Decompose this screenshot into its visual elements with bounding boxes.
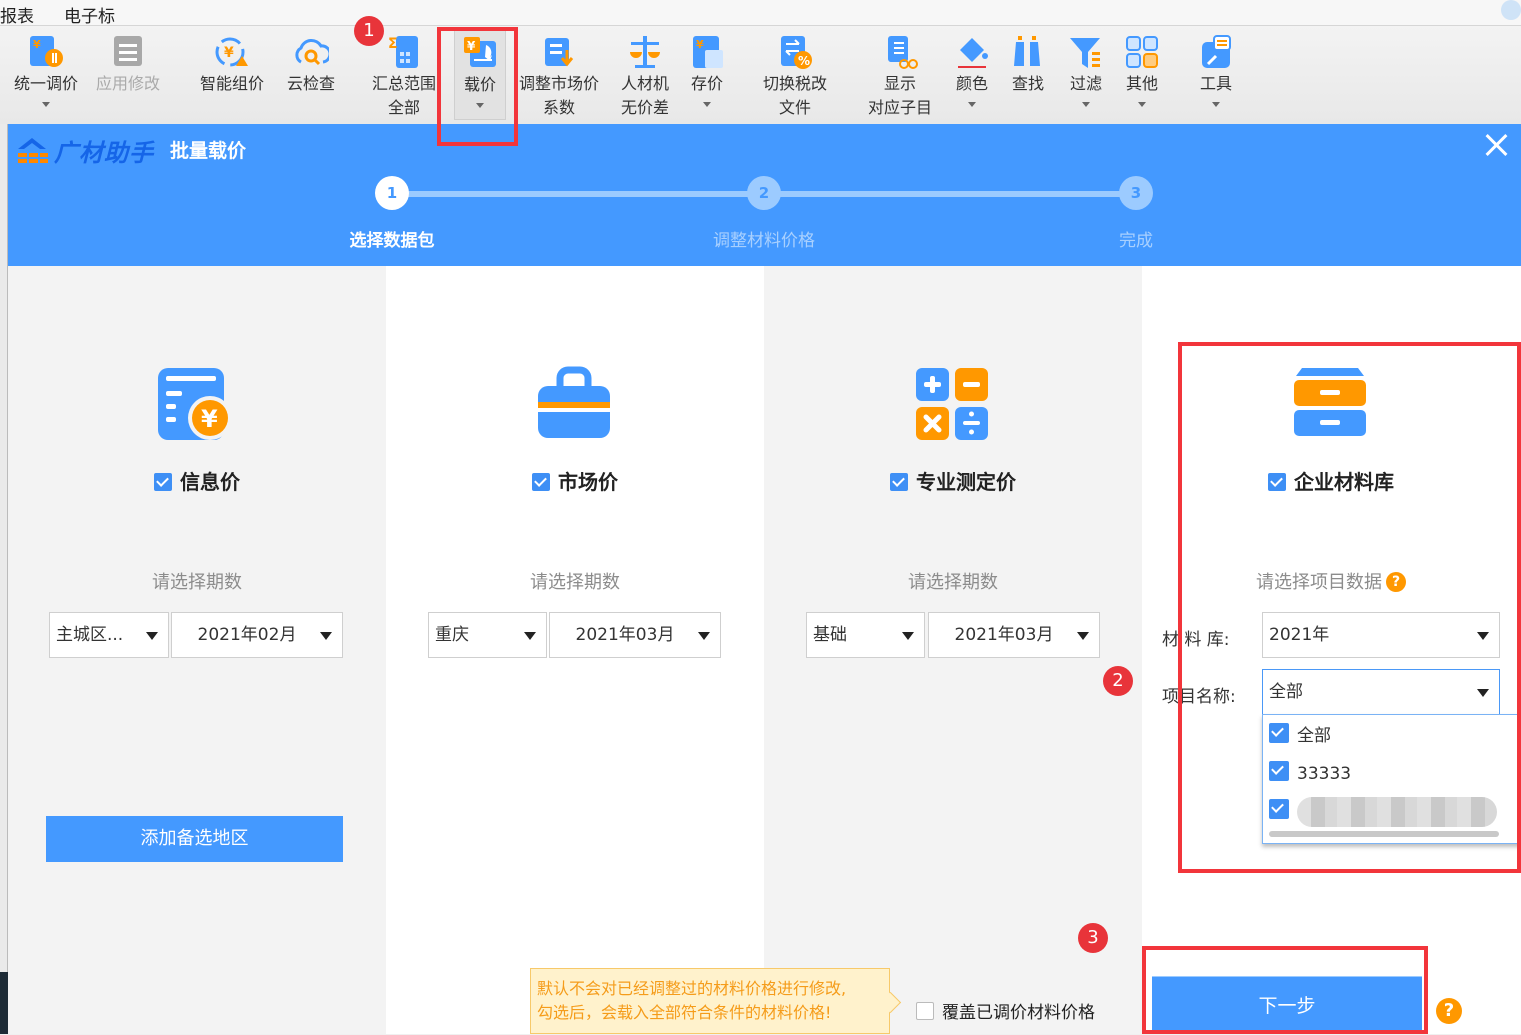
professional-price-category-select[interactable]: 基础 bbox=[806, 612, 925, 658]
market-price-period-label: 请选择期数 bbox=[530, 572, 620, 593]
info-price-region-select[interactable]: 主城区... bbox=[49, 612, 169, 658]
menu-item-e-bid[interactable]: 电子标 bbox=[64, 2, 115, 27]
other-button[interactable]: 其他 bbox=[1120, 34, 1164, 107]
add-alternate-region-button[interactable]: 添加备选地区 bbox=[46, 816, 343, 862]
annotation-highlight-next-button bbox=[1142, 946, 1428, 1034]
save-price-button[interactable]: ¥ 存价 bbox=[684, 34, 730, 107]
adjust-coefficient-icon bbox=[541, 34, 577, 70]
no-price-diff-button[interactable]: 人材机 无价差 bbox=[614, 34, 676, 120]
binoculars-icon bbox=[1010, 34, 1046, 70]
summary-calculator-icon: Σ bbox=[386, 34, 422, 70]
calculator-operators-icon bbox=[914, 366, 990, 442]
checkbox-unchecked-icon bbox=[916, 1002, 934, 1020]
close-button[interactable] bbox=[1481, 130, 1511, 160]
cloud-check-button[interactable]: 云检查 bbox=[280, 34, 342, 96]
checkbox-checked-icon bbox=[154, 473, 172, 491]
dropdown-arrow-icon bbox=[698, 632, 710, 640]
price-adjust-icon: ¥ bbox=[28, 34, 64, 70]
apply-changes-button[interactable]: 应用修改 bbox=[90, 34, 166, 96]
apply-changes-icon bbox=[110, 34, 146, 70]
professional-price-checkbox[interactable]: 专业测定价 bbox=[764, 466, 1142, 495]
switch-tax-reform-file-button[interactable]: % 切换税改 文件 bbox=[752, 34, 838, 120]
user-avatar-icon[interactable] bbox=[1501, 0, 1521, 20]
professional-price-period-select[interactable]: 2021年03月 bbox=[928, 612, 1100, 658]
annotation-badge-2: 2 bbox=[1103, 666, 1133, 696]
ribbon-toolbar: ¥ 统一调价 应用修改 ¥ 智能组价 云检查 Σ 汇总范围 全部 ¥ 载价 调整市… bbox=[0, 26, 1521, 124]
market-price-region-select[interactable]: 重庆 bbox=[428, 612, 547, 658]
annotation-badge-1: 1 bbox=[354, 16, 384, 46]
dialog-title: 批量载价 bbox=[170, 140, 247, 162]
background-window-edge bbox=[0, 124, 8, 1034]
step-2-indicator: 2 bbox=[747, 176, 781, 210]
professional-price-period-label: 请选择期数 bbox=[908, 572, 998, 593]
find-button[interactable]: 查找 bbox=[1006, 34, 1050, 96]
market-price-period-select[interactable]: 2021年03月 bbox=[549, 612, 721, 658]
svg-text:%: % bbox=[798, 54, 810, 68]
info-price-period-label: 请选择期数 bbox=[152, 572, 242, 593]
step-3-indicator: 3 bbox=[1119, 176, 1153, 210]
tools-button[interactable]: 工具 bbox=[1194, 34, 1238, 107]
annotation-highlight-load-price bbox=[437, 27, 518, 146]
smart-pricing-icon: ¥ bbox=[214, 34, 250, 70]
dropdown-arrow-icon bbox=[146, 632, 158, 640]
step-connector-1 bbox=[408, 191, 748, 197]
step-1-label: 选择数据包 bbox=[349, 231, 435, 251]
step-connector-2 bbox=[780, 191, 1120, 197]
overwrite-tooltip: 默认不会对已经调整过的材料价格进行修改, 勾选后，会载入全部符合条件的材料价格! bbox=[530, 968, 890, 1034]
checkbox-checked-icon bbox=[532, 473, 550, 491]
brand-name: 广材助手 bbox=[54, 138, 154, 167]
balance-scale-icon bbox=[627, 34, 663, 70]
briefcase-icon bbox=[536, 366, 612, 442]
filter-icon bbox=[1068, 34, 1104, 70]
unified-price-adjust-button[interactable]: ¥ 统一调价 bbox=[8, 34, 84, 107]
save-price-icon: ¥ bbox=[689, 34, 725, 70]
dropdown-arrow-icon bbox=[902, 632, 914, 640]
svg-text:¥: ¥ bbox=[33, 38, 41, 51]
show-sub-items-icon bbox=[882, 34, 918, 70]
svg-text:Σ: Σ bbox=[388, 36, 398, 52]
dropdown-arrow-icon bbox=[320, 632, 332, 640]
info-price-period-select[interactable]: 2021年02月 bbox=[171, 612, 343, 658]
cloud-search-icon bbox=[293, 34, 332, 70]
checkbox-checked-icon bbox=[890, 473, 908, 491]
house-logo-icon bbox=[16, 137, 50, 163]
tax-switch-icon: % bbox=[777, 34, 813, 70]
overwrite-adjusted-prices-checkbox[interactable]: 覆盖已调价材料价格 bbox=[916, 998, 1095, 1023]
info-price-checkbox[interactable]: 信息价 bbox=[8, 466, 386, 495]
show-sub-items-button[interactable]: 显示 对应子目 bbox=[858, 34, 942, 120]
professional-price-panel: 专业测定价 请选择期数 基础 2021年03月 bbox=[764, 266, 1142, 1034]
dialog-header: 广材助手 批量载价 1 2 3 选择数据包 调整材料价格 完成 bbox=[8, 124, 1521, 266]
filter-button[interactable]: 过滤 bbox=[1064, 34, 1108, 107]
svg-text:¥: ¥ bbox=[696, 38, 704, 51]
annotation-badge-3: 3 bbox=[1078, 923, 1108, 953]
annotation-highlight-enterprise-library bbox=[1178, 342, 1521, 873]
smart-pricing-button[interactable]: ¥ 智能组价 bbox=[194, 34, 270, 96]
grid-apps-icon bbox=[1124, 34, 1160, 70]
color-button[interactable]: 颜色 bbox=[950, 34, 994, 107]
info-price-panel: ¥ 信息价 请选择期数 主城区... 2021年02月 添加备选地区 bbox=[8, 266, 386, 1034]
adjust-market-price-coefficient-button[interactable]: 调整市场价 系数 bbox=[514, 34, 604, 120]
step-2-label: 调整材料价格 bbox=[713, 231, 815, 251]
guangcai-logo: 广材助手 bbox=[16, 136, 154, 167]
menu-item-report[interactable]: 报表 bbox=[0, 2, 34, 27]
menu-bar: 报表 电子标 bbox=[0, 0, 1521, 27]
dropdown-arrow-icon bbox=[524, 632, 536, 640]
step-3-label: 完成 bbox=[1119, 231, 1153, 251]
paint-bucket-icon bbox=[954, 34, 990, 70]
market-price-panel: 市场价 请选择期数 重庆 2021年03月 bbox=[386, 266, 764, 1034]
summary-scope-button[interactable]: Σ 汇总范围 全部 bbox=[368, 34, 440, 120]
help-question-icon[interactable]: ? bbox=[1436, 998, 1462, 1024]
dropdown-arrow-icon bbox=[1077, 632, 1089, 640]
market-price-checkbox[interactable]: 市场价 bbox=[386, 466, 764, 495]
svg-text:¥: ¥ bbox=[224, 45, 234, 61]
info-price-icon: ¥ bbox=[156, 366, 232, 442]
step-1-indicator: 1 bbox=[375, 176, 409, 210]
svg-text:¥: ¥ bbox=[201, 405, 218, 433]
toolbox-icon bbox=[1198, 34, 1234, 70]
